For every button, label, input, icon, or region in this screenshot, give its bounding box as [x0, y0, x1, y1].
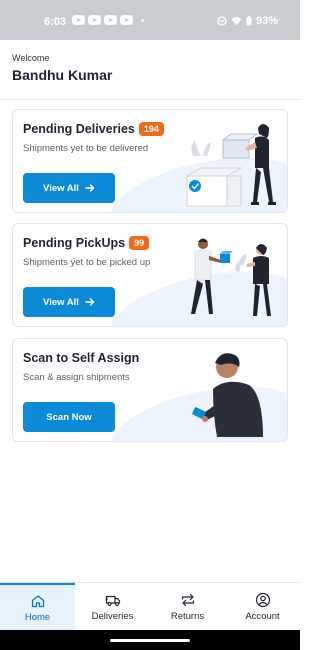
home-gesture-handle[interactable] — [110, 639, 190, 642]
card-subtitle: Shipments yet to be delivered — [23, 143, 149, 154]
wifi-icon — [231, 16, 242, 26]
status-time: 6:03 — [44, 16, 67, 28]
card-subtitle: Scan & assign shipments — [23, 372, 130, 383]
button-label: View All — [43, 182, 79, 194]
youtube-notification-icon — [88, 15, 101, 25]
card-title: Scan to Self Assign — [23, 351, 139, 365]
view-all-deliveries-button[interactable]: View All — [23, 173, 115, 203]
nav-account[interactable]: Account — [225, 583, 300, 630]
youtube-notification-icon — [72, 15, 85, 25]
app-header: Welcome Bandhu Kumar — [0, 40, 300, 100]
scanning-person-illustration — [192, 353, 263, 437]
account-icon — [255, 592, 270, 607]
home-icon — [31, 594, 44, 607]
nav-deliveries-label: Deliveries — [91, 610, 134, 622]
user-name: Bandhu Kumar — [12, 67, 113, 83]
card-subtitle: Shipments yet to be picked up — [23, 257, 151, 268]
nav-home[interactable]: Home — [0, 583, 75, 630]
dnd-icon — [217, 16, 227, 26]
status-right: 93% — [217, 15, 278, 27]
nav-home-label: Home — [24, 611, 51, 623]
pending-deliveries-card: Pending Deliveries 194 Shipments yet to … — [12, 109, 288, 213]
system-gesture-bar — [0, 630, 300, 650]
youtube-notification-icon — [120, 15, 133, 25]
truck-icon — [105, 595, 120, 606]
card-title: Pending Deliveries 194 — [23, 122, 164, 136]
pickup-handover-illustration — [191, 238, 271, 316]
welcome-label: Welcome — [12, 53, 50, 63]
scan-self-assign-card: Scan to Self Assign Scan & assign shipme… — [12, 338, 288, 442]
nav-returns-label: Returns — [170, 610, 205, 622]
button-label: View All — [43, 296, 79, 308]
youtube-notification-icon — [104, 15, 117, 25]
arrow-right-icon — [85, 184, 95, 192]
delivery-person-illustration — [185, 124, 276, 207]
battery-percent: 93% — [255, 15, 278, 27]
pending-deliveries-count-badge: 194 — [138, 122, 164, 136]
returns-icon — [181, 593, 194, 606]
card-title-text: Scan to Self Assign — [23, 351, 140, 365]
card-title-text: Pending Deliveries — [23, 122, 135, 136]
nav-deliveries[interactable]: Deliveries — [75, 583, 150, 630]
bottom-navigation: Home Deliveries Returns Account — [0, 582, 300, 630]
nav-returns[interactable]: Returns — [150, 583, 225, 630]
pending-pickups-count-badge: 99 — [129, 236, 150, 250]
status-bar: 6:03 93% — [0, 0, 300, 40]
nav-account-label: Account — [245, 610, 280, 622]
button-label: Scan Now — [46, 411, 92, 423]
arrow-right-icon — [85, 298, 95, 306]
more-notifications-dot — [141, 18, 144, 22]
notification-icons — [72, 15, 144, 25]
battery-icon — [246, 16, 252, 26]
pending-pickups-card: Pending PickUps 99 Shipments yet to be p… — [12, 223, 288, 327]
card-title: Pending PickUps 99 — [23, 236, 150, 250]
scan-now-button[interactable]: Scan Now — [23, 402, 115, 432]
view-all-pickups-button[interactable]: View All — [23, 287, 115, 317]
card-title-text: Pending PickUps — [23, 236, 126, 250]
